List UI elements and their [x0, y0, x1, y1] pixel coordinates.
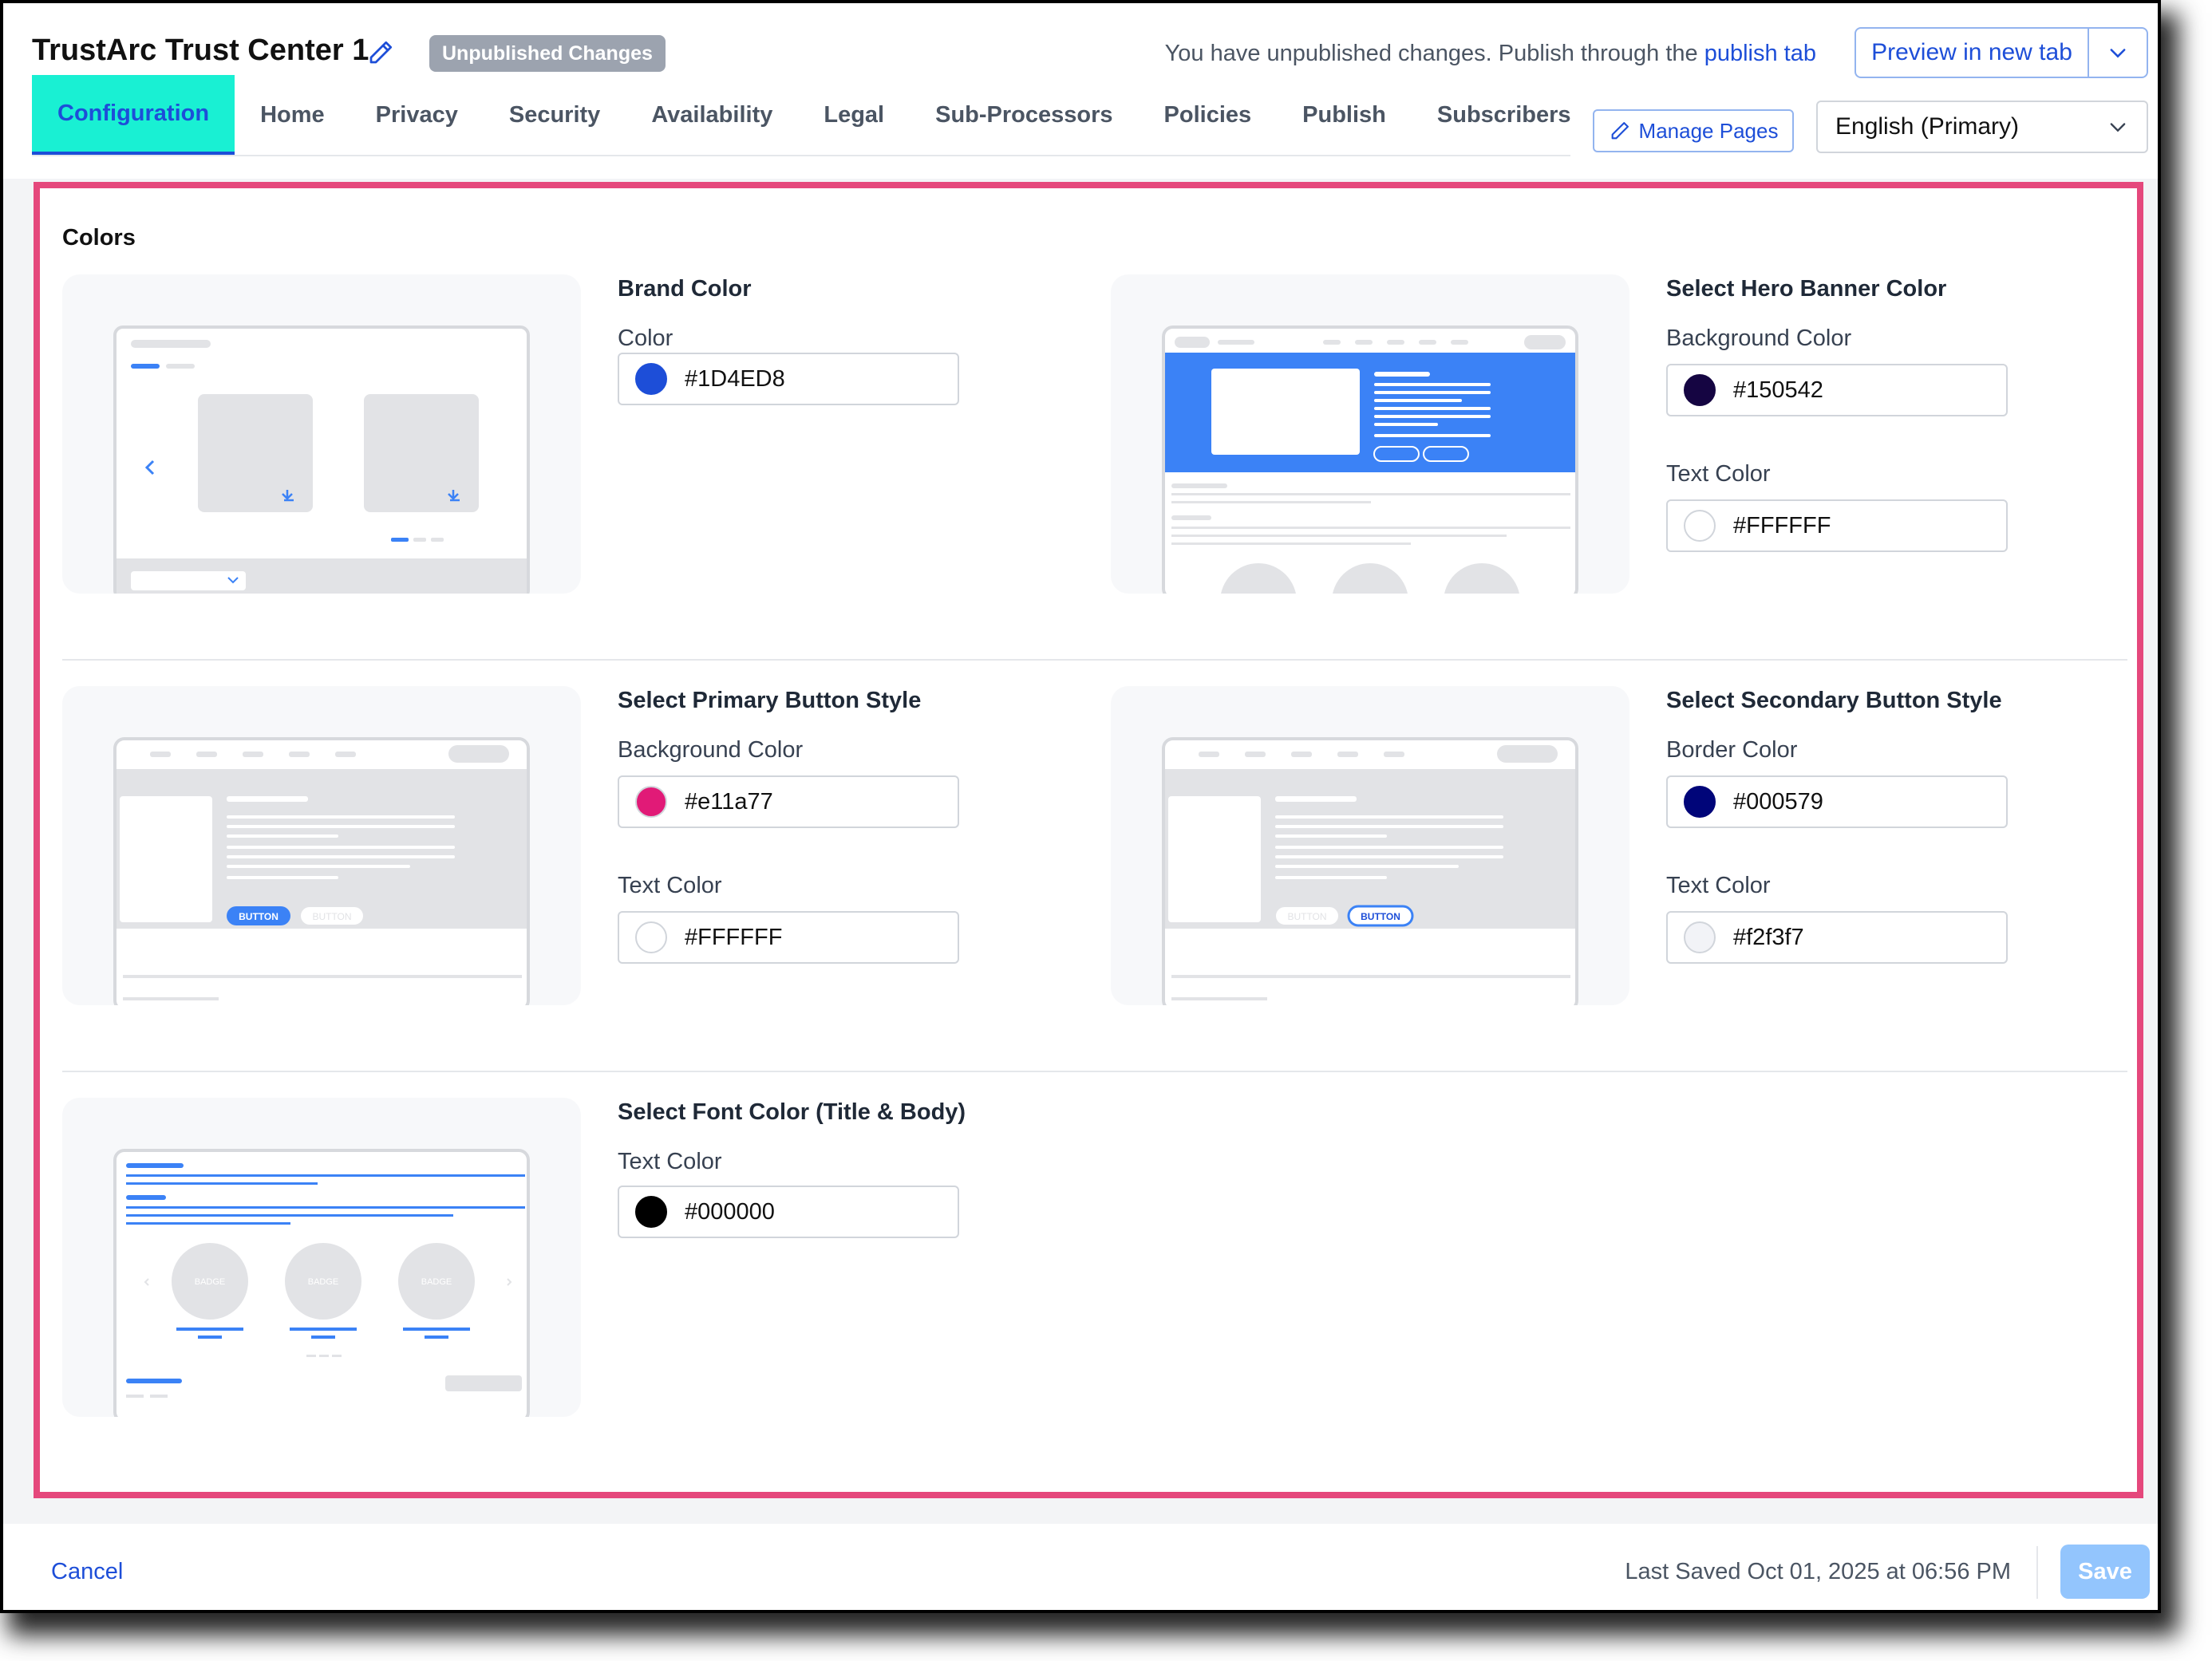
secondary-border-label: Border Color: [1666, 737, 1798, 763]
primary-button-label: BUTTON: [239, 911, 278, 922]
secondary-border-swatch[interactable]: [1684, 786, 1716, 818]
hero-background-label: Background Color: [1666, 325, 1852, 351]
tab-bar: Configuration Home Privacy Security Availabi…: [32, 75, 1571, 156]
badge-label: BADGE: [195, 1277, 226, 1287]
primary-background-swatch[interactable]: [635, 786, 667, 818]
primary-text-field[interactable]: #FFFFFF: [618, 911, 959, 964]
app-window: TrustArc Trust Center 1 Unpublished Chan…: [3, 3, 2158, 1610]
hero-background-swatch[interactable]: [1684, 374, 1716, 406]
brand-color-value: #1D4ED8: [685, 365, 785, 392]
brand-color-field[interactable]: #1D4ED8: [618, 353, 959, 405]
pencil-icon[interactable]: [366, 38, 395, 67]
preview-split-button: Preview in new tab: [1855, 27, 2148, 78]
footer-divider: [2036, 1546, 2038, 1599]
colors-section-title: Colors: [62, 225, 136, 251]
manage-pages-label: Manage Pages: [1638, 118, 1779, 143]
save-button[interactable]: Save: [2060, 1545, 2150, 1599]
language-value: English (Primary): [1835, 113, 2020, 140]
hero-text-label: Text Color: [1666, 461, 1771, 487]
colors-panel: Colors Brand Color Color #1D4ED8 Select …: [34, 182, 2143, 1498]
primary-text-label: Text Color: [618, 873, 722, 898]
tab-legal[interactable]: Legal: [798, 75, 910, 155]
chevron-down-icon: [2110, 49, 2126, 58]
notice-text: You have unpublished changes. Publish th…: [1164, 41, 1698, 66]
primary-text-value: #FFFFFF: [685, 924, 783, 950]
cancel-button[interactable]: Cancel: [51, 1559, 123, 1585]
primary-button-label: BUTTON: [1287, 911, 1326, 922]
chevron-down-icon: [2110, 123, 2126, 132]
tab-publish[interactable]: Publish: [1277, 75, 1412, 155]
primary-background-value: #e11a77: [685, 788, 773, 815]
tab-home[interactable]: Home: [235, 75, 350, 155]
font-text-value: #000000: [685, 1198, 775, 1225]
unpublished-notice: You have unpublished changes. Publish th…: [1165, 41, 1816, 67]
secondary-button-label: BUTTON: [312, 911, 351, 922]
badge-label: BADGE: [421, 1277, 452, 1287]
publish-tab-link[interactable]: publish tab: [1704, 41, 1816, 66]
badge-label: BADGE: [308, 1277, 339, 1287]
hero-banner-title: Select Hero Banner Color: [1666, 276, 1947, 302]
row-divider: [62, 1071, 2127, 1072]
brand-color-label: Color: [618, 325, 673, 351]
pencil-icon: [1611, 122, 1629, 140]
brand-color-title: Brand Color: [618, 276, 752, 302]
row-divider: [62, 659, 2127, 661]
secondary-text-swatch[interactable]: [1684, 921, 1716, 953]
secondary-button-label: BUTTON: [1361, 911, 1400, 922]
secondary-border-field[interactable]: #000579: [1666, 775, 2008, 828]
secondary-border-value: #000579: [1733, 788, 1823, 815]
secondary-button-preview-image: BUTTON BUTTON: [1111, 686, 1629, 1005]
brand-color-swatch[interactable]: [635, 363, 667, 395]
brand-preview-image: [62, 274, 581, 594]
language-select[interactable]: English (Primary): [1816, 101, 2148, 153]
primary-text-swatch[interactable]: [635, 921, 667, 953]
hero-background-value: #150542: [1733, 377, 1823, 403]
secondary-text-value: #f2f3f7: [1733, 924, 1804, 950]
tab-policies[interactable]: Policies: [1139, 75, 1278, 155]
font-color-preview-image: BADGE BADGE BADGE: [62, 1098, 581, 1417]
font-text-swatch[interactable]: [635, 1196, 667, 1228]
primary-background-label: Background Color: [618, 737, 804, 763]
primary-button-title: Select Primary Button Style: [618, 688, 922, 713]
secondary-text-label: Text Color: [1666, 873, 1771, 898]
hero-text-field[interactable]: #FFFFFF: [1666, 499, 2008, 552]
tab-availability[interactable]: Availability: [626, 75, 798, 155]
page-title: TrustArc Trust Center 1: [32, 34, 369, 67]
last-saved-text: Last Saved Oct 01, 2025 at 06:56 PM: [1625, 1559, 2011, 1584]
tab-privacy[interactable]: Privacy: [350, 75, 484, 155]
hero-text-swatch[interactable]: [1684, 510, 1716, 542]
font-text-label: Text Color: [618, 1149, 722, 1174]
manage-pages-button[interactable]: Manage Pages: [1593, 109, 1794, 152]
primary-button-preview-image: BUTTON BUTTON: [62, 686, 581, 1005]
tab-security[interactable]: Security: [484, 75, 626, 155]
font-text-field[interactable]: #000000: [618, 1186, 959, 1238]
preview-in-new-tab-button[interactable]: Preview in new tab: [1856, 29, 2089, 77]
font-color-title: Select Font Color (Title & Body): [618, 1099, 966, 1125]
preview-dropdown-button[interactable]: [2089, 41, 2147, 64]
secondary-button-title: Select Secondary Button Style: [1666, 688, 2002, 713]
hero-preview-image: [1111, 274, 1629, 594]
tab-subscribers[interactable]: Subscribers: [1412, 75, 1597, 155]
hero-text-value: #FFFFFF: [1733, 512, 1831, 539]
tab-configuration[interactable]: Configuration: [32, 75, 235, 155]
primary-background-field[interactable]: #e11a77: [618, 775, 959, 828]
hero-background-field[interactable]: #150542: [1666, 364, 2008, 416]
secondary-text-field[interactable]: #f2f3f7: [1666, 911, 2008, 964]
unpublished-badge: Unpublished Changes: [429, 35, 666, 72]
tab-sub-processors[interactable]: Sub-Processors: [910, 75, 1138, 155]
